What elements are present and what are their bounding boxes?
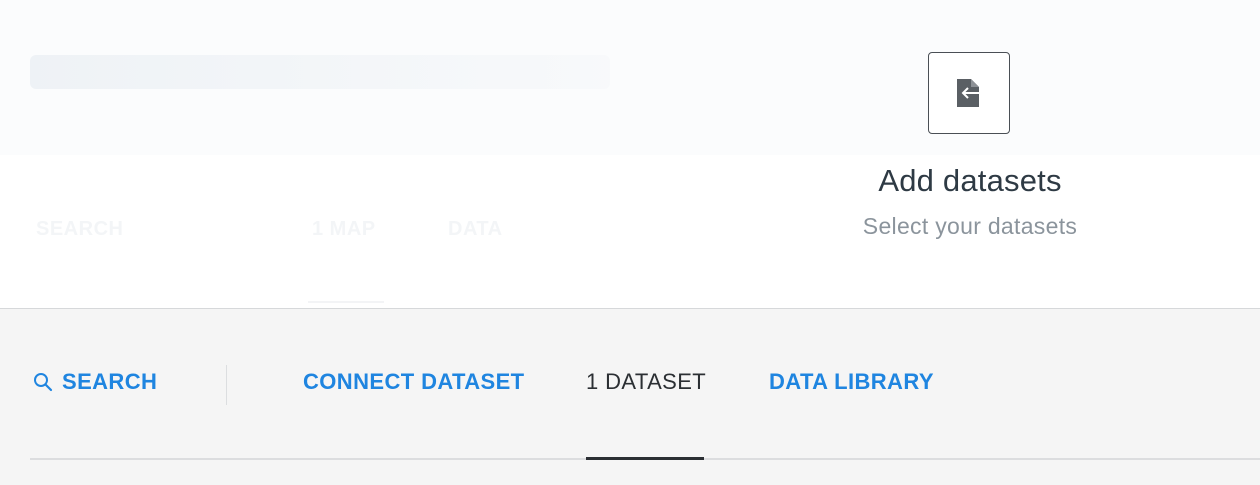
modal-title: Add datasets <box>878 163 1062 198</box>
tab-data-library[interactable]: DATA LIBRARY <box>769 369 934 395</box>
search-icon <box>34 373 53 392</box>
add-dataset-icon-card <box>928 52 1010 134</box>
active-tab-indicator <box>586 457 704 460</box>
background-title-placeholder <box>30 55 610 89</box>
add-dataset-icon <box>957 79 983 107</box>
search-tab-label: SEARCH <box>62 369 158 394</box>
tab-connect-dataset[interactable]: CONNECT DATASET <box>303 369 525 395</box>
background-tab-maps: 1 MAP <box>312 218 376 240</box>
tab-divider <box>226 365 227 405</box>
background-tab-data: DATA <box>448 218 503 240</box>
search-tab[interactable]: SEARCH <box>32 369 157 395</box>
background-tab-search: SEARCH <box>36 218 124 240</box>
modal-subtitle: Select your datasets <box>862 213 1078 239</box>
tab-datasets[interactable]: 1 DATASET <box>586 369 706 395</box>
dataset-tabs-panel: SEARCH CONNECT DATASET 1 DATASET DATA LI… <box>0 308 1260 485</box>
background-active-underline <box>308 301 384 303</box>
